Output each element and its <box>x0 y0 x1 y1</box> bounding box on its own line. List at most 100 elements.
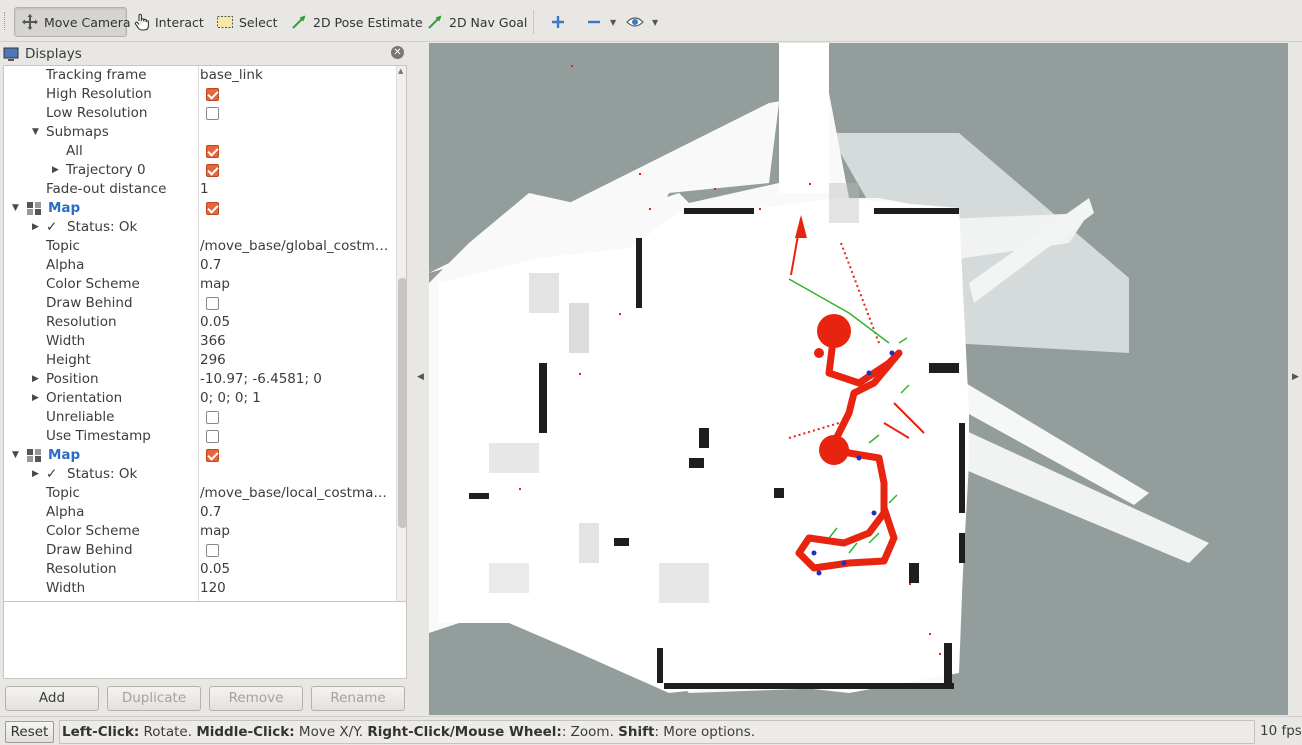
tree-row[interactable]: Tracking frame base_link <box>4 66 396 85</box>
reset-button[interactable]: Reset <box>5 721 54 743</box>
tree-row[interactable]: Resolution 0.05 <box>4 560 396 579</box>
tree-row-value[interactable]: base_link <box>200 66 390 85</box>
select-tool[interactable]: Select <box>210 7 284 37</box>
tree-row[interactable]: Fade-out distance 1 <box>4 180 396 199</box>
toolbar-grip[interactable] <box>4 12 7 30</box>
tree-row-label: Topic <box>46 485 80 501</box>
expand-right-icon[interactable]: ▶ <box>52 161 62 180</box>
tree-row[interactable]: ▶ ✓ Status: Ok <box>4 465 396 484</box>
tree-row[interactable]: Color Scheme map <box>4 275 396 294</box>
tree-row-checkbox[interactable] <box>206 107 219 120</box>
pose-estimate-tool[interactable]: 2D Pose Estimate <box>284 7 429 37</box>
tree-row-label: Trajectory 0 <box>66 162 146 178</box>
render-viewport[interactable] <box>429 43 1288 715</box>
expand-down-icon[interactable]: ▼ <box>12 199 22 218</box>
rename-button[interactable]: Rename <box>311 686 405 711</box>
collapse-right-icon[interactable]: ▶ <box>1292 372 1299 382</box>
tree-row-value[interactable]: /move_base/local_costma… <box>200 484 390 503</box>
tree-row-checkbox[interactable] <box>206 88 219 101</box>
remove-button[interactable]: Remove <box>209 686 303 711</box>
remove-tool-button[interactable]: ▼ <box>580 7 622 37</box>
tree-row[interactable]: Unreliable <box>4 408 396 427</box>
tree-row-label: Submaps <box>46 124 109 140</box>
close-icon[interactable]: ✕ <box>391 46 404 59</box>
view-menu-button[interactable]: ▼ <box>620 7 664 37</box>
tree-row-value[interactable]: 120 <box>200 579 390 598</box>
expand-right-icon[interactable]: ▶ <box>32 370 42 389</box>
status-ok-icon: ✓ <box>46 466 58 482</box>
tree-row-checkbox[interactable] <box>206 297 219 310</box>
tree-row[interactable]: ▼ Map <box>4 199 396 218</box>
collapse-left-icon[interactable]: ◀ <box>417 372 424 382</box>
move-camera-tool[interactable]: Move Camera <box>14 7 131 37</box>
tree-row[interactable]: Topic/move_base/global_costm… <box>4 237 396 256</box>
tree-row[interactable]: Low Resolution <box>4 104 396 123</box>
tree-row-value[interactable]: -10.97; -6.4581; 0 <box>200 370 390 389</box>
tree-row-value[interactable]: /move_base/global_costm… <box>200 237 390 256</box>
tree-row[interactable]: ▶ Orientation 0; 0; 0; 1 <box>4 389 396 408</box>
tree-row-checkbox[interactable] <box>206 544 219 557</box>
tree-row[interactable]: ▶ Position -10.97; -6.4581; 0 <box>4 370 396 389</box>
toolbar: Move Camera Interact Select 2D Pose Esti… <box>0 0 1302 42</box>
tree-row-value[interactable]: 0.7 <box>200 256 390 275</box>
tree-row-value[interactable]: 296 <box>200 351 390 370</box>
expand-down-icon[interactable]: ▼ <box>32 123 42 142</box>
tree-row-value[interactable]: 0.7 <box>200 503 390 522</box>
fps-readout: 10 fps <box>1260 723 1302 739</box>
tree-row[interactable]: Width 366 <box>4 332 396 351</box>
scrollbar-thumb[interactable] <box>398 278 406 528</box>
tree-row-label: Unreliable <box>46 409 115 425</box>
tree-row-label: Map <box>48 200 81 216</box>
tree-row-value[interactable]: 0; 0; 0; 1 <box>200 389 390 408</box>
tree-row-value[interactable]: map <box>200 275 390 294</box>
tree-row-value[interactable]: 0.05 <box>200 560 390 579</box>
expand-down-icon[interactable]: ▼ <box>12 446 22 465</box>
tree-row-label: Status: Ok <box>67 219 138 235</box>
tree-row-checkbox[interactable] <box>206 449 219 462</box>
add-tool-button[interactable] <box>544 7 572 37</box>
vertical-scrollbar[interactable]: ▲ ▼ <box>396 66 406 637</box>
tree-row[interactable]: Width 120 <box>4 579 396 598</box>
interact-tool[interactable]: Interact <box>128 7 210 37</box>
tree-row[interactable]: Height 296 <box>4 351 396 370</box>
select-label: Select <box>239 14 278 30</box>
tree-row[interactable]: ▶ ✓ Status: Ok <box>4 218 396 237</box>
tree-row-checkbox[interactable] <box>206 164 219 177</box>
tree-row[interactable]: Resolution 0.05 <box>4 313 396 332</box>
tree-row[interactable]: ▼ Submaps <box>4 123 396 142</box>
tree-row[interactable]: Alpha 0.7 <box>4 503 396 522</box>
expand-right-icon[interactable]: ▶ <box>32 218 42 237</box>
tree-row-value[interactable]: 0.05 <box>200 313 390 332</box>
tree-row[interactable]: Draw Behind <box>4 294 396 313</box>
tree-row[interactable]: All <box>4 142 396 161</box>
tree-row-label: Use Timestamp <box>46 428 151 444</box>
duplicate-button[interactable]: Duplicate <box>107 686 201 711</box>
hand-pointer-icon <box>134 13 149 31</box>
tree-row[interactable]: ▶ Trajectory 0 <box>4 161 396 180</box>
expand-right-icon[interactable]: ▶ <box>32 389 42 408</box>
hint-key: Right-Click/Mouse Wheel: <box>367 724 562 740</box>
minus-icon <box>588 20 600 24</box>
tree-row[interactable]: Topic/move_base/local_costma… <box>4 484 396 503</box>
nav-goal-tool[interactable]: 2D Nav Goal <box>420 7 533 37</box>
tree-row-value[interactable]: 1 <box>200 180 390 199</box>
tree-row[interactable]: Alpha 0.7 <box>4 256 396 275</box>
tree-row[interactable]: Use Timestamp <box>4 427 396 446</box>
tree-row[interactable]: ▼ Map <box>4 446 396 465</box>
tree-row-value[interactable]: 366 <box>200 332 390 351</box>
tree-row[interactable]: High Resolution <box>4 85 396 104</box>
tree-row-checkbox[interactable] <box>206 145 219 158</box>
tree-row-checkbox[interactable] <box>206 430 219 443</box>
tree-row-checkbox[interactable] <box>206 411 219 424</box>
pose-estimate-arrow-icon <box>292 15 306 29</box>
tree-row[interactable]: Draw Behind <box>4 541 396 560</box>
add-button[interactable]: Add <box>5 686 99 711</box>
hint-key: Middle-Click: <box>196 724 295 740</box>
monitor-icon <box>3 47 19 61</box>
tree-row-label: Resolution <box>46 314 117 330</box>
tree-row-checkbox[interactable] <box>206 202 219 215</box>
expand-right-icon[interactable]: ▶ <box>32 465 42 484</box>
nav-goal-arrow-icon <box>428 15 442 29</box>
tree-row[interactable]: Color Scheme map <box>4 522 396 541</box>
tree-row-value[interactable]: map <box>200 522 390 541</box>
